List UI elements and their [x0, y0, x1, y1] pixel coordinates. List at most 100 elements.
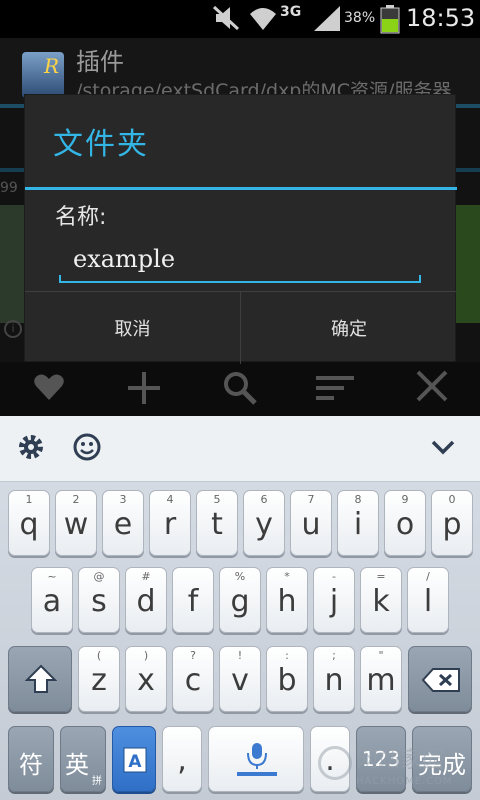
key-g[interactable]: % g: [219, 567, 261, 633]
key-b[interactable]: :b: [266, 646, 308, 712]
key-z[interactable]: (z: [78, 646, 120, 712]
info-icon: i: [4, 320, 22, 338]
key-q[interactable]: 1q: [8, 490, 50, 556]
key-label: n: [324, 663, 344, 698]
key-t[interactable]: 5t: [196, 490, 238, 556]
key-hint: 9: [401, 493, 409, 506]
key-label: r: [163, 507, 177, 542]
key-hint: 1: [25, 493, 33, 506]
key-label: z: [91, 663, 107, 698]
key-hint: 7: [307, 493, 315, 506]
numbers-key[interactable]: 123: [356, 726, 406, 792]
key-l[interactable]: / l: [407, 567, 449, 633]
key-w[interactable]: 2w: [55, 490, 97, 556]
settings-icon[interactable]: [16, 432, 46, 462]
space-key[interactable]: [208, 726, 304, 792]
key-hint: 3: [119, 493, 127, 506]
key-hint: =: [376, 570, 386, 583]
key-label: d: [136, 584, 156, 619]
input-mode-key[interactable]: A: [112, 726, 156, 792]
action-bar: [0, 362, 480, 416]
key-x[interactable]: ) x: [125, 646, 167, 712]
cancel-button[interactable]: 取消: [25, 292, 241, 364]
list-thumbnail: [0, 205, 24, 323]
search-icon[interactable]: [222, 370, 258, 406]
key-hint: :: [285, 649, 289, 662]
emoji-icon[interactable]: [72, 432, 102, 462]
key-e[interactable]: 3e: [102, 490, 144, 556]
signal-icon: [314, 6, 340, 31]
key-hint: 拼: [92, 776, 102, 787]
key-hint: %: [234, 570, 246, 583]
key-hint: /: [426, 570, 430, 583]
add-icon[interactable]: [126, 370, 162, 406]
new-folder-dialog: 文件夹 名称: example 取消 确定: [24, 94, 457, 364]
key-label: f: [187, 584, 199, 619]
mute-icon: [212, 5, 240, 31]
key-hint: -: [332, 570, 336, 583]
key-h[interactable]: * h: [266, 567, 308, 633]
key-m[interactable]: " m: [360, 646, 402, 712]
input-mode-icon: A: [123, 747, 147, 773]
key-a[interactable]: ~ a: [31, 567, 73, 633]
key-c[interactable]: ? c: [172, 646, 214, 712]
key-label: i: [353, 507, 363, 542]
key-hint: ~: [47, 570, 57, 583]
list-count: 99: [0, 180, 18, 196]
key-f[interactable]: f: [172, 567, 214, 633]
key-label: j: [329, 584, 339, 619]
symbol-key[interactable]: 符: [8, 726, 54, 792]
heart-icon[interactable]: [32, 370, 66, 404]
shift-icon: [25, 664, 57, 693]
key-r[interactable]: 4r: [149, 490, 191, 556]
close-icon[interactable]: [416, 370, 448, 402]
folder-name-input[interactable]: example: [59, 237, 423, 289]
key-label: s: [91, 584, 107, 619]
confirm-button[interactable]: 确定: [241, 292, 457, 364]
key-v[interactable]: ! v: [219, 646, 261, 712]
key-o[interactable]: 9o: [384, 490, 426, 556]
key-label: p: [442, 507, 462, 542]
status-bar: 3G 38% 18:53: [0, 0, 480, 38]
shift-key[interactable]: [8, 646, 72, 712]
key-k[interactable]: = k: [360, 567, 402, 633]
dialog-title: 文件夹: [53, 127, 149, 162]
key-label: x: [137, 663, 155, 698]
key-hint: ;: [332, 649, 336, 662]
key-hint: 6: [260, 493, 268, 506]
app-title: 插件: [76, 48, 124, 76]
key-label: c: [184, 663, 202, 698]
key-label: 符: [19, 751, 43, 779]
key-label: ,: [177, 743, 187, 778]
key-n[interactable]: ; n: [313, 646, 355, 712]
done-key[interactable]: 完成: [412, 726, 472, 792]
key-label: v: [231, 663, 249, 698]
key-hint: 5: [213, 493, 221, 506]
key-d[interactable]: # d: [125, 567, 167, 633]
battery-percent: 38%: [344, 10, 376, 26]
collapse-icon[interactable]: [430, 438, 456, 458]
app-logo[interactable]: R: [22, 52, 64, 98]
comma-key[interactable]: ,: [162, 726, 202, 792]
key-u[interactable]: 7u: [290, 490, 332, 556]
key-label: 完成: [418, 751, 466, 779]
soft-keyboard: 1q 2w 3e 4r 5t 6y 7u 8i 9o 0p ~ a @ s # d f…: [0, 416, 480, 800]
keyboard-toolbar: [0, 416, 480, 482]
key-label: k: [372, 584, 390, 619]
key-label: y: [255, 507, 273, 542]
key-hint: 2: [72, 493, 80, 506]
backspace-key[interactable]: [408, 646, 472, 712]
input-underline: [59, 281, 421, 283]
key-p[interactable]: 0p: [431, 490, 473, 556]
key-label: t: [211, 507, 223, 542]
key-j[interactable]: -j: [313, 567, 355, 633]
language-key[interactable]: 英 拼: [60, 726, 106, 792]
sort-icon[interactable]: [316, 370, 356, 406]
period-key[interactable]: .: [310, 726, 350, 792]
key-s[interactable]: @ s: [78, 567, 120, 633]
key-y[interactable]: 6y: [243, 490, 285, 556]
key-hint: @: [93, 570, 105, 583]
key-i[interactable]: 8i: [337, 490, 379, 556]
key-label: a: [42, 584, 62, 619]
key-hint: #: [141, 570, 151, 583]
